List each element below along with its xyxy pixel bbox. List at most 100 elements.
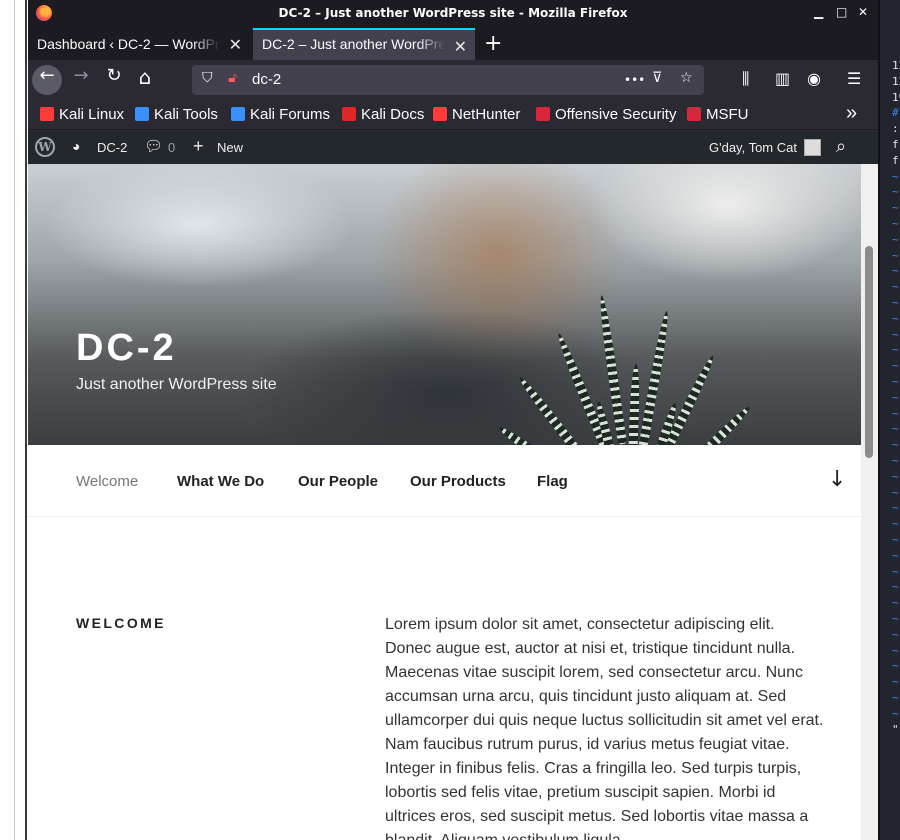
- terminal-line: ~: [892, 485, 899, 499]
- new-tab-button[interactable]: +: [484, 31, 502, 56]
- msfu-icon: [687, 107, 701, 121]
- close-tab-icon[interactable]: ✕: [454, 37, 467, 57]
- bookmark-label: Kali Linux: [59, 106, 125, 123]
- back-button[interactable]: ←: [32, 65, 62, 95]
- tab-dc2-site[interactable]: DC-2 – Just another WordPress site ✕: [253, 28, 475, 60]
- terminal-line: ~: [892, 564, 899, 578]
- terminal-line: #: [892, 106, 899, 120]
- shield-icon[interactable]: ⛉: [202, 70, 213, 86]
- terminal-line: ~: [892, 311, 899, 325]
- site-title[interactable]: DC-2: [76, 327, 177, 370]
- terminal-line: ~: [892, 580, 899, 594]
- comments-count[interactable]: 0: [168, 140, 175, 155]
- close-tab-icon[interactable]: ✕: [229, 35, 242, 55]
- search-icon[interactable]: ⌕: [836, 136, 846, 157]
- terminal-line: ~: [892, 248, 899, 262]
- wp-admin-bar: W ◕ DC-2 💬︎ 0 + New G'day, Tom Cat ⌕: [28, 131, 878, 164]
- terminal-line: ~: [892, 280, 899, 294]
- close-window-button[interactable]: ✕: [858, 5, 868, 19]
- terminal-line: ~: [892, 533, 899, 546]
- firefox-window: DC-2 – Just another WordPress site - Moz…: [28, 0, 878, 840]
- library-icon[interactable]: ⫼: [742, 69, 749, 89]
- menu-item-our-products[interactable]: Our Products: [410, 473, 506, 490]
- site-description: Just another WordPress site: [76, 376, 277, 393]
- avatar[interactable]: [804, 139, 821, 156]
- maximize-button[interactable]: □: [836, 5, 847, 19]
- page-actions-icon[interactable]: •••: [624, 73, 645, 87]
- bookmark-nethunter[interactable]: NetHunter: [433, 106, 520, 123]
- url-bar[interactable]: ⛉ 🔓︎ dc-2 ••• ⊽ ☆: [192, 65, 704, 95]
- new-content-link[interactable]: New: [217, 140, 243, 155]
- bookmark-kali-docs[interactable]: Kali Docs: [342, 106, 424, 123]
- tab-strip: Dashboard ‹ DC-2 — WordPress ✕ DC-2 – Ju…: [28, 26, 878, 60]
- plus-icon[interactable]: +: [193, 136, 204, 157]
- terminal-line: f: [892, 153, 899, 167]
- terminal-line: ~: [892, 343, 899, 357]
- site-header-image: DC-2 Just another WordPress site: [28, 164, 861, 445]
- terminal-line: ~: [892, 232, 899, 246]
- reload-button[interactable]: ↻: [99, 65, 129, 95]
- sidebar-icon[interactable]: ▥: [775, 69, 790, 88]
- tab-dashboard[interactable]: Dashboard ‹ DC-2 — WordPress ✕: [28, 28, 250, 60]
- menu-item-what-we-do[interactable]: What We Do: [177, 473, 264, 490]
- nethunter-icon: [433, 107, 447, 121]
- terminal-line: ~: [892, 296, 899, 309]
- terminal-line: ~: [892, 264, 899, 278]
- url-input[interactable]: dc-2: [252, 71, 281, 88]
- forward-button[interactable]: →: [66, 65, 96, 95]
- background-terminal: 12 12 19 #: ff ~ ~ ~ ~ ~ ~ ~ ~ ~ ~ ~ ~ ~ ~ ~ ~ ~ ~ ~ ~ ~ ~ ~ ~ ~ ~ ~ ~ ~ ~…: [878, 0, 900, 840]
- terminal-line: 19: [892, 90, 900, 104]
- menu-item-welcome[interactable]: Welcome: [76, 473, 138, 490]
- page-viewport: W ◕ DC-2 💬︎ 0 + New G'day, Tom Cat ⌕ DC-…: [28, 131, 878, 840]
- title-bar: DC-2 – Just another WordPress site - Moz…: [28, 0, 878, 26]
- terminal-line: ~: [892, 596, 899, 610]
- terminal-line: :: [892, 122, 899, 136]
- terminal-line: f: [892, 138, 899, 151]
- terminal-line: ~: [892, 185, 899, 199]
- kali-dragon-icon: [40, 107, 54, 121]
- hamburger-menu-icon[interactable]: ☰: [847, 69, 861, 88]
- terminal-line: ~: [892, 201, 899, 215]
- pocket-icon[interactable]: ⊽: [652, 70, 662, 86]
- bookmark-kali-forums[interactable]: Kali Forums: [231, 106, 330, 123]
- comments-icon[interactable]: 💬︎: [144, 137, 163, 155]
- bookmark-star-icon[interactable]: ☆: [680, 70, 693, 86]
- scroll-down-arrow-icon[interactable]: ↓: [828, 467, 846, 492]
- terminal-line: ~: [892, 169, 899, 183]
- kali-tools-icon: [135, 107, 149, 121]
- bookmark-msfu[interactable]: MSFU: [687, 106, 749, 123]
- terminal-line: 12: [892, 59, 900, 72]
- bookmark-label: NetHunter: [452, 106, 521, 123]
- wordpress-logo-icon[interactable]: W: [35, 137, 55, 157]
- home-button[interactable]: ⌂: [130, 65, 160, 95]
- page-scrollbar[interactable]: [861, 164, 878, 840]
- kali-forums-icon: [231, 107, 245, 121]
- insecure-lock-icon[interactable]: 🔓︎: [228, 70, 237, 86]
- bookmark-label: Kali Forums: [250, 106, 331, 123]
- bookmark-label: Kali Tools: [154, 106, 218, 123]
- terminal-line: ~: [892, 422, 899, 436]
- scrollbar-thumb[interactable]: [865, 246, 873, 458]
- bookmarks-overflow-button[interactable]: »: [846, 102, 857, 125]
- bookmark-kali-linux[interactable]: Kali Linux: [40, 106, 124, 123]
- terminal-line: ~: [892, 706, 899, 720]
- terminal-line: ~: [892, 675, 899, 689]
- bookmark-kali-tools[interactable]: Kali Tools: [135, 106, 218, 123]
- admin-site-link[interactable]: DC-2: [97, 140, 127, 155]
- terminal-line: ~: [892, 501, 899, 515]
- minimize-button[interactable]: ▁: [814, 5, 823, 19]
- terminal-line: ~: [892, 612, 899, 625]
- terminal-line: ~: [892, 375, 899, 388]
- dashboard-gauge-icon[interactable]: ◕: [72, 138, 80, 154]
- account-icon[interactable]: ◉: [807, 69, 821, 88]
- terminal-line: ~: [892, 643, 899, 657]
- terminal-line: ~: [892, 469, 899, 483]
- offsec-icon: [536, 107, 550, 121]
- menu-item-flag[interactable]: Flag: [537, 473, 568, 490]
- tab-label: DC-2 – Just another WordPress site: [262, 36, 445, 52]
- account-greeting[interactable]: G'day, Tom Cat: [709, 140, 797, 155]
- menu-item-our-people[interactable]: Our People: [298, 473, 378, 490]
- bookmark-offensive-security[interactable]: Offensive Security: [536, 106, 676, 123]
- terminal-line: ~: [892, 691, 899, 704]
- bookmarks-toolbar: Kali Linux Kali Tools Kali Forums Kali D…: [28, 100, 878, 130]
